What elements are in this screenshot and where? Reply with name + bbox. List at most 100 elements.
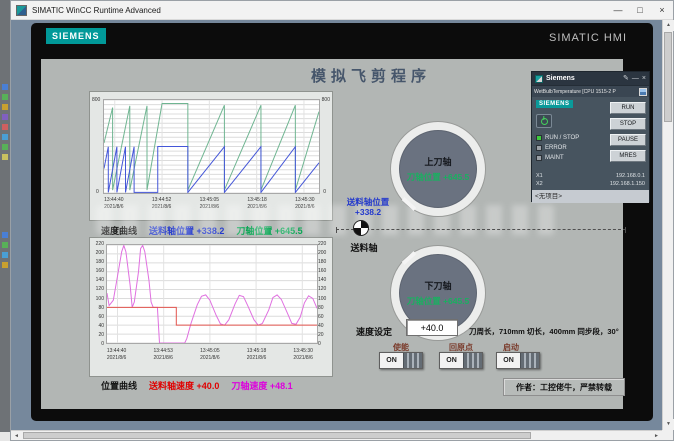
- background-app-icon: [2, 144, 8, 150]
- pause-button[interactable]: PAUSE: [610, 134, 646, 146]
- minimize-icon[interactable]: —: [607, 1, 629, 19]
- y-ticks-left: 020406080100120140160180200220: [91, 244, 105, 344]
- background-app-icon: [2, 84, 8, 90]
- plcsim-panel: Siemens ✎ — × WetBulbTemperature [CPU 15…: [531, 71, 650, 202]
- background-app-icon: [2, 252, 8, 258]
- background-app-icon: [2, 232, 8, 238]
- page-title: 模拟飞剪程序: [221, 65, 521, 86]
- position-trend-chart: 020406080100120140160180200220 020406080…: [89, 237, 333, 377]
- switch-on-label: ON: [380, 353, 403, 368]
- feed-axis-position-label: 送料轴位置: [333, 197, 403, 207]
- maint-led-label: MAINT: [545, 155, 564, 161]
- plcsim-title: Siemens: [546, 75, 620, 82]
- switch-on-label: ON: [440, 353, 463, 368]
- plcsim-app-icon: [535, 75, 543, 83]
- power-button[interactable]: [536, 114, 552, 128]
- feed-axis-label: 送料轴: [341, 241, 387, 254]
- background-app-icon: [2, 134, 8, 140]
- interface-row: X1 192.168.0.1: [536, 172, 645, 180]
- siemens-logo: SIEMENS: [46, 28, 106, 44]
- plcsim-body: SIEMENS RUN / STOP ERROR: [532, 97, 649, 190]
- y-ticks-right: 020406080100120140160180200220: [317, 244, 331, 344]
- power-icon: [541, 118, 548, 125]
- window-content: SIEMENS SIMATIC HMI TOUCH 模拟飞剪程序 800 0 8…: [11, 20, 673, 440]
- switch-grip: [520, 353, 539, 368]
- plc-control-buttons: RUN STOP PAUSE MRES: [610, 102, 646, 162]
- interface-row: X2 192.168.1.150: [536, 180, 645, 188]
- background-window-strip: [0, 0, 10, 441]
- scroll-right-icon[interactable]: ►: [651, 431, 662, 441]
- plc-led-list: RUN / STOP ERROR MAINT: [536, 135, 579, 165]
- background-app-icon: [2, 242, 8, 248]
- feed-axis-position-readout: 送料轴位置 +338.2: [333, 197, 403, 217]
- feed-speed-readout: 送料轴速度 +40.0: [149, 379, 219, 392]
- position-trend-plot: [106, 244, 318, 344]
- plcsim-instance-dropdown[interactable]: WetBulbTemperature [CPU 1515-2 P: [532, 85, 649, 97]
- background-app-icon: [2, 104, 8, 110]
- run-button[interactable]: RUN: [610, 102, 646, 114]
- desktop: SIMATIC WinCC Runtime Advanced — □ × SIE…: [0, 0, 674, 441]
- scroll-left-icon[interactable]: ◄: [11, 431, 22, 441]
- simatic-hmi-label: SIMATIC HMI: [549, 32, 627, 44]
- mres-button[interactable]: MRES: [610, 150, 646, 162]
- horizontal-scroll-thumb[interactable]: [23, 432, 531, 439]
- led-row: RUN / STOP: [536, 135, 579, 141]
- maint-led: [536, 155, 542, 161]
- plcsim-siemens-logo: SIEMENS: [536, 100, 573, 108]
- led-row: ERROR: [536, 145, 579, 151]
- background-app-icon: [2, 262, 8, 268]
- knife-speed-readout: 刀轴速度 +48.1: [231, 379, 292, 392]
- vertical-scroll-thumb[interactable]: [664, 32, 672, 122]
- edit-pencil-icon[interactable]: ✎: [623, 75, 629, 82]
- y-axis-min-right: 0: [323, 189, 326, 195]
- plcsim-instance-icon: [639, 88, 647, 96]
- scroll-down-icon[interactable]: ▼: [663, 419, 674, 430]
- feed-axis-position-value: +338.2: [333, 207, 403, 217]
- run-stop-led-label: RUN / STOP: [545, 135, 579, 141]
- switch-grip: [463, 353, 482, 368]
- author-credit: 作者：工控佬牛，严禁转载: [503, 378, 625, 396]
- knife-speed-value: +48.1: [270, 381, 293, 391]
- vertical-scrollbar[interactable]: ▲ ▼: [662, 20, 673, 430]
- hmi-bezel: SIEMENS SIMATIC HMI TOUCH 模拟飞剪程序 800 0 8…: [31, 23, 653, 421]
- lower-knife-notch: [402, 251, 417, 265]
- material-strip-line: [336, 229, 626, 230]
- plcsim-close-icon[interactable]: ×: [642, 75, 646, 82]
- feed-roller-icon: [353, 220, 369, 236]
- window-controls: — □ ×: [607, 1, 673, 19]
- plc-network-interfaces: X1 192.168.0.1 X2 192.168.1.150: [536, 172, 645, 189]
- plcsim-minimize-icon[interactable]: —: [632, 75, 639, 82]
- speed-setting-input[interactable]: [406, 319, 458, 336]
- scroll-up-icon[interactable]: ▲: [663, 20, 674, 31]
- background-app-icon: [2, 94, 8, 100]
- enable-toggle-switch[interactable]: ON: [379, 352, 423, 369]
- position-trend-legend: 位置曲线 送料轴速度 +40.0 刀轴速度 +48.1: [101, 379, 293, 392]
- shear-parameters-text: 刀周长，710mm 切长，400mm 同步段，30°: [469, 326, 619, 337]
- horizontal-scrollbar[interactable]: ◄ ►: [11, 430, 662, 440]
- interface-ip: 192.168.0.1: [616, 172, 645, 180]
- watermark-ghost-text: [96, 205, 556, 235]
- legend-title: 位置曲线: [101, 379, 137, 392]
- feed-speed-value: +40.0: [197, 381, 220, 391]
- plcsim-titlebar[interactable]: Siemens ✎ — ×: [532, 72, 649, 85]
- stop-button[interactable]: STOP: [610, 118, 646, 130]
- interface-name: X1: [536, 172, 543, 180]
- background-app-icon: [2, 124, 8, 130]
- start-toggle-switch[interactable]: ON: [496, 352, 540, 369]
- home-toggle-switch[interactable]: ON: [439, 352, 483, 369]
- lower-roller-title: 下刀轴: [424, 279, 451, 292]
- wincc-app-icon: [16, 5, 27, 16]
- hmi-screen: 模拟飞剪程序 800 0 800 0 13:44:402021/8/613:44…: [41, 59, 623, 409]
- plcsim-project-label: <无项目>: [532, 190, 649, 203]
- position-trend-xticks: 13:44:402021/8/613:44:532021/8/613:45:05…: [106, 348, 318, 372]
- knife-speed-label: 刀轴速度: [231, 381, 267, 391]
- speed-setting-label: 速度设定: [356, 325, 392, 338]
- run-stop-led: [536, 135, 542, 141]
- interface-ip: 192.168.1.150: [610, 180, 645, 188]
- speed-trend-plot: [103, 99, 320, 194]
- interface-name: X2: [536, 180, 543, 188]
- error-led: [536, 145, 542, 151]
- close-icon[interactable]: ×: [651, 1, 673, 19]
- maximize-icon[interactable]: □: [629, 1, 651, 19]
- led-row: MAINT: [536, 155, 579, 161]
